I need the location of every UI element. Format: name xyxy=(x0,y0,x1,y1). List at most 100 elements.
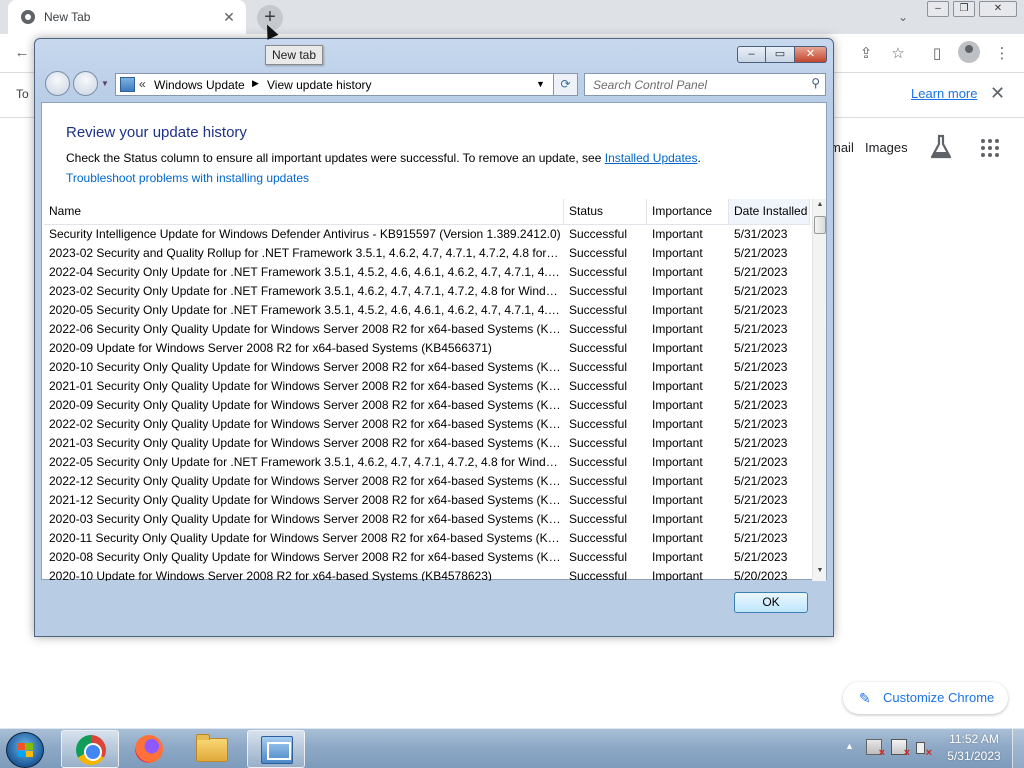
status-cell: Successful xyxy=(569,227,628,241)
scroll-down-icon[interactable]: ▼ xyxy=(813,567,826,574)
firefox-icon xyxy=(135,735,163,763)
importance-cell: Important xyxy=(652,322,703,336)
learn-more-link[interactable]: Learn more xyxy=(911,86,977,101)
update-name-cell: Security Intelligence Update for Windows… xyxy=(49,227,561,241)
column-header-date-installed[interactable]: Date Installed xyxy=(729,199,810,224)
bookmark-star-icon[interactable]: ☆ xyxy=(888,44,908,62)
status-cell: Successful xyxy=(569,265,628,279)
table-row[interactable]: 2020-08 Security Only Quality Update for… xyxy=(44,548,810,567)
tab-close-icon[interactable]: ✕ xyxy=(220,8,238,26)
importance-cell: Important xyxy=(652,550,703,564)
scroll-up-icon[interactable]: ▲ xyxy=(813,201,826,208)
breadcrumb-overflow-icon[interactable]: « xyxy=(139,77,146,91)
labs-flask-icon[interactable] xyxy=(930,134,952,160)
maximize-button[interactable]: ▭ xyxy=(766,46,795,63)
table-row[interactable]: 2022-04 Security Only Update for .NET Fr… xyxy=(44,263,810,282)
back-arrow-icon[interactable]: ← xyxy=(12,44,32,61)
importance-cell: Important xyxy=(652,493,703,507)
vertical-scrollbar[interactable]: ▲ ▼ xyxy=(812,199,826,581)
system-clock[interactable]: 11:52 AM 5/31/2023 xyxy=(940,731,1008,765)
installed-updates-link[interactable]: Installed Updates xyxy=(605,151,698,165)
show-desktop-button[interactable] xyxy=(1012,728,1024,768)
status-cell: Successful xyxy=(569,303,628,317)
date-installed-cell: 5/21/2023 xyxy=(734,398,788,412)
column-header-importance[interactable]: Importance xyxy=(647,199,729,224)
table-row[interactable]: 2022-12 Security Only Quality Update for… xyxy=(44,472,810,491)
tab-search-icon[interactable]: ⌄ xyxy=(898,10,908,24)
chrome-menu-icon[interactable]: ⋮ xyxy=(992,44,1012,62)
update-name-cell: 2022-05 Security Only Update for .NET Fr… xyxy=(49,455,561,469)
address-dropdown-icon[interactable]: ▼ xyxy=(536,79,545,89)
start-button[interactable] xyxy=(6,732,44,768)
column-header-status[interactable]: Status xyxy=(564,199,647,224)
taskbar-chrome-button[interactable] xyxy=(61,730,119,768)
table-row[interactable]: 2023-02 Security Only Update for .NET Fr… xyxy=(44,282,810,301)
search-icon[interactable]: ⚲ xyxy=(811,76,820,90)
customize-chrome-button[interactable]: ✎ Customize Chrome xyxy=(843,682,1008,714)
chrome-close-button[interactable]: ✕ xyxy=(979,1,1017,17)
recent-pages-dropdown-icon[interactable]: ▼ xyxy=(101,79,109,88)
nav-back-button[interactable] xyxy=(45,71,70,96)
side-panel-icon[interactable]: ▯ xyxy=(927,44,947,62)
action-center-flag-icon[interactable] xyxy=(866,739,885,758)
table-row[interactable]: 2020-05 Security Only Update for .NET Fr… xyxy=(44,301,810,320)
troubleshoot-link[interactable]: Troubleshoot problems with installing up… xyxy=(66,171,309,185)
profile-avatar-icon[interactable] xyxy=(958,41,980,63)
breadcrumb-windows-update[interactable]: Windows Update xyxy=(154,78,245,92)
share-icon[interactable]: ⇪ xyxy=(856,44,876,62)
chrome-tab-strip: New Tab ✕ + ⌄ – ❐ ✕ xyxy=(0,0,1024,34)
minimize-button[interactable]: – xyxy=(737,46,766,63)
page-title: Review your update history xyxy=(66,124,247,141)
ok-button[interactable]: OK xyxy=(734,592,808,613)
breadcrumb-separator-icon[interactable]: ▶ xyxy=(252,78,259,89)
tab-new-tab[interactable]: New Tab ✕ xyxy=(8,0,246,34)
windows-update-history-window: – ▭ ✕ ▼ « Windows Update ▶ View update h… xyxy=(34,38,834,637)
chrome-restore-button[interactable]: ❐ xyxy=(953,1,975,17)
table-row[interactable]: 2023-02 Security and Quality Rollup for … xyxy=(44,244,810,263)
taskbar-explorer-button[interactable] xyxy=(183,730,241,768)
refresh-button[interactable]: ⟳ xyxy=(553,73,578,96)
chrome-minimize-button[interactable]: – xyxy=(927,1,949,17)
breadcrumb-view-update-history[interactable]: View update history xyxy=(267,78,372,92)
customize-chrome-label: Customize Chrome xyxy=(883,690,995,705)
table-row[interactable]: 2022-05 Security Only Update for .NET Fr… xyxy=(44,453,810,472)
google-apps-icon[interactable] xyxy=(981,139,999,157)
infobar-close-icon[interactable]: ✕ xyxy=(990,83,1005,104)
taskbar-control-panel-button[interactable] xyxy=(247,730,305,768)
table-row[interactable]: 2020-10 Update for Windows Server 2008 R… xyxy=(44,567,810,581)
table-row[interactable]: 2022-06 Security Only Quality Update for… xyxy=(44,320,810,339)
show-hidden-icons-icon[interactable]: ▲ xyxy=(845,741,854,751)
images-link[interactable]: Images xyxy=(865,140,908,155)
tab-title: New Tab xyxy=(44,10,91,24)
search-input[interactable] xyxy=(585,74,795,95)
table-row[interactable]: 2020-03 Security Only Quality Update for… xyxy=(44,510,810,529)
update-name-cell: 2020-09 Update for Windows Server 2008 R… xyxy=(49,341,492,355)
volume-muted-icon[interactable] xyxy=(915,739,932,758)
scroll-thumb[interactable] xyxy=(814,216,826,234)
date-installed-cell: 5/21/2023 xyxy=(734,417,788,431)
taskbar-firefox-button[interactable] xyxy=(121,730,179,768)
table-row[interactable]: 2020-11 Security Only Quality Update for… xyxy=(44,529,810,548)
table-row[interactable]: 2020-10 Security Only Quality Update for… xyxy=(44,358,810,377)
update-name-cell: 2021-12 Security Only Quality Update for… xyxy=(49,493,561,507)
table-row[interactable]: Security Intelligence Update for Windows… xyxy=(44,225,810,244)
nav-forward-button[interactable] xyxy=(73,71,98,96)
update-name-cell: 2020-05 Security Only Update for .NET Fr… xyxy=(49,303,561,317)
close-button[interactable]: ✕ xyxy=(795,46,827,63)
table-row[interactable]: 2021-01 Security Only Quality Update for… xyxy=(44,377,810,396)
table-row[interactable]: 2020-09 Update for Windows Server 2008 R… xyxy=(44,339,810,358)
table-row[interactable]: 2021-03 Security Only Quality Update for… xyxy=(44,434,810,453)
address-bar[interactable]: « Windows Update ▶ View update history ▼ xyxy=(115,73,578,96)
update-name-cell: 2022-04 Security Only Update for .NET Fr… xyxy=(49,265,561,279)
date-installed-cell: 5/21/2023 xyxy=(734,360,788,374)
status-cell: Successful xyxy=(569,246,628,260)
update-name-cell: 2020-08 Security Only Quality Update for… xyxy=(49,550,561,564)
table-row[interactable]: 2021-12 Security Only Quality Update for… xyxy=(44,491,810,510)
update-name-cell: 2022-12 Security Only Quality Update for… xyxy=(49,474,561,488)
table-row[interactable]: 2022-02 Security Only Quality Update for… xyxy=(44,415,810,434)
status-cell: Successful xyxy=(569,474,628,488)
table-row[interactable]: 2020-09 Security Only Quality Update for… xyxy=(44,396,810,415)
network-icon[interactable] xyxy=(891,739,910,758)
column-header-name[interactable]: Name xyxy=(44,199,564,224)
date-installed-cell: 5/21/2023 xyxy=(734,455,788,469)
